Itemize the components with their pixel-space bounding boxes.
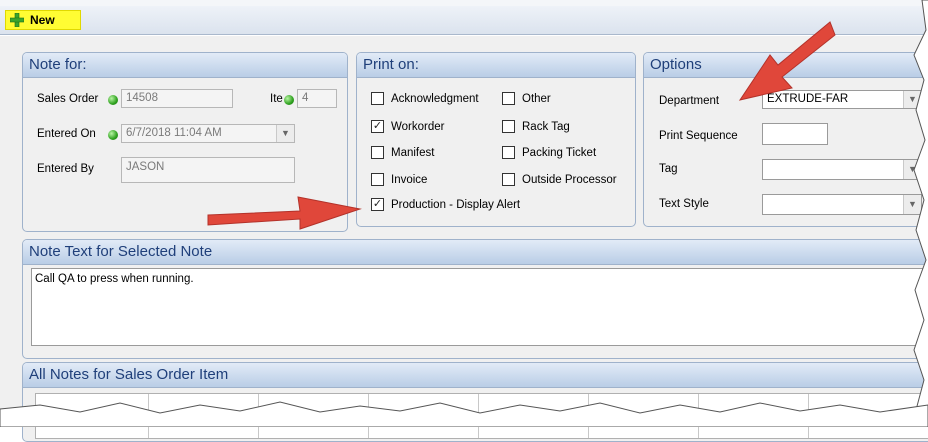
notes-grid[interactable] — [35, 393, 928, 439]
print-on-title: Print on: — [357, 53, 635, 78]
checkbox-label: Manifest — [391, 146, 435, 159]
item-label: Ite — [270, 93, 283, 105]
checkbox-manifest[interactable]: Manifest — [371, 146, 434, 159]
note-for-title: Note for: — [23, 53, 347, 78]
entered-by-field[interactable]: JASON — [121, 157, 295, 183]
chevron-down-icon[interactable]: ▼ — [903, 91, 921, 108]
grid-column-divider — [588, 394, 589, 438]
print-sequence-label: Print Sequence — [659, 130, 738, 142]
all-notes-panel: All Notes for Sales Order Item — [22, 362, 928, 442]
checkbox-packing-ticket[interactable]: Packing Ticket — [502, 146, 596, 159]
sales-order-field[interactable]: 14508 — [121, 89, 233, 108]
plus-icon — [10, 13, 24, 27]
chevron-down-icon[interactable]: ▼ — [276, 125, 294, 142]
options-panel: Options Department EXTRUDE-FAR ▼ Print S… — [643, 52, 928, 227]
chevron-down-icon[interactable]: ▼ — [903, 195, 921, 214]
chevron-down-icon[interactable]: ▼ — [903, 160, 921, 179]
sales-order-label: Sales Order — [37, 93, 99, 105]
checkbox-label: Workorder — [391, 120, 445, 133]
grid-column-divider — [808, 394, 809, 438]
entered-on-status-icon — [108, 130, 118, 140]
checkbox-rack-tag[interactable]: Rack Tag — [502, 120, 570, 133]
main-frame: Note for: Sales Order 14508 Ite 4 Entere… — [0, 36, 928, 442]
checkbox-box[interactable]: ✓ — [371, 120, 384, 133]
checkbox-label: Invoice — [391, 173, 428, 186]
entered-on-field[interactable]: 6/7/2018 11:04 AM ▼ — [121, 124, 295, 143]
toolbar — [0, 6, 928, 35]
grid-column-divider — [368, 394, 369, 438]
text-style-label: Text Style — [659, 198, 709, 210]
grid-column-divider — [478, 394, 479, 438]
tag-select[interactable]: ▼ — [762, 159, 922, 180]
department-select[interactable]: EXTRUDE-FAR ▼ — [762, 90, 922, 109]
checkbox-box[interactable] — [371, 146, 384, 159]
checkbox-label: Acknowledgment — [391, 92, 479, 105]
entered-on-value: 6/7/2018 11:04 AM — [126, 127, 222, 139]
text-style-select[interactable]: ▼ — [762, 194, 922, 215]
checkbox-box[interactable] — [502, 173, 515, 186]
grid-column-divider — [258, 394, 259, 438]
grid-column-divider — [148, 394, 149, 438]
grid-column-divider — [698, 394, 699, 438]
checkbox-label: Packing Ticket — [522, 146, 597, 159]
tag-label: Tag — [659, 163, 678, 175]
department-value: EXTRUDE-FAR — [767, 93, 849, 105]
department-label: Department — [659, 95, 720, 107]
note-text-panel: Note Text for Selected Note Call QA to p… — [22, 239, 928, 359]
print-sequence-input[interactable] — [762, 123, 828, 145]
entered-by-label: Entered By — [37, 163, 94, 175]
checkbox-label: Rack Tag — [522, 120, 570, 133]
checkbox-box[interactable] — [371, 173, 384, 186]
checkbox-box[interactable] — [502, 146, 515, 159]
checkbox-outside-processor[interactable]: Outside Processor — [502, 173, 617, 186]
note-for-panel: Note for: Sales Order 14508 Ite 4 Entere… — [22, 52, 348, 232]
note-text-title: Note Text for Selected Note — [23, 240, 928, 265]
options-title: Options — [644, 53, 928, 78]
checkbox-box[interactable] — [371, 92, 384, 105]
all-notes-title: All Notes for Sales Order Item — [23, 363, 928, 388]
checkbox-label: Outside Processor — [522, 173, 617, 186]
checkbox-label: Other — [522, 92, 551, 105]
checkbox-box[interactable]: ✓ — [371, 198, 384, 211]
checkbox-other[interactable]: Other — [502, 92, 551, 105]
checkbox-acknowledgment[interactable]: Acknowledgment — [371, 92, 479, 105]
new-button[interactable]: New — [5, 10, 81, 30]
checkbox-label: Production - Display Alert — [391, 198, 521, 211]
checkbox-invoice[interactable]: Invoice — [371, 173, 427, 186]
checkbox-box[interactable] — [502, 120, 515, 133]
sales-order-status-icon — [108, 95, 118, 105]
print-on-panel: Print on: Acknowledgment Other ✓ Workord… — [356, 52, 636, 227]
item-status-icon — [284, 95, 294, 105]
checkbox-production-display-alert[interactable]: ✓ Production - Display Alert — [371, 198, 520, 211]
checkbox-workorder[interactable]: ✓ Workorder — [371, 120, 444, 133]
note-text-area[interactable]: Call QA to press when running. — [31, 268, 928, 346]
entered-on-label: Entered On — [37, 128, 96, 140]
checkbox-box[interactable] — [502, 92, 515, 105]
item-field[interactable]: 4 — [297, 89, 337, 108]
new-button-label: New — [30, 13, 55, 27]
